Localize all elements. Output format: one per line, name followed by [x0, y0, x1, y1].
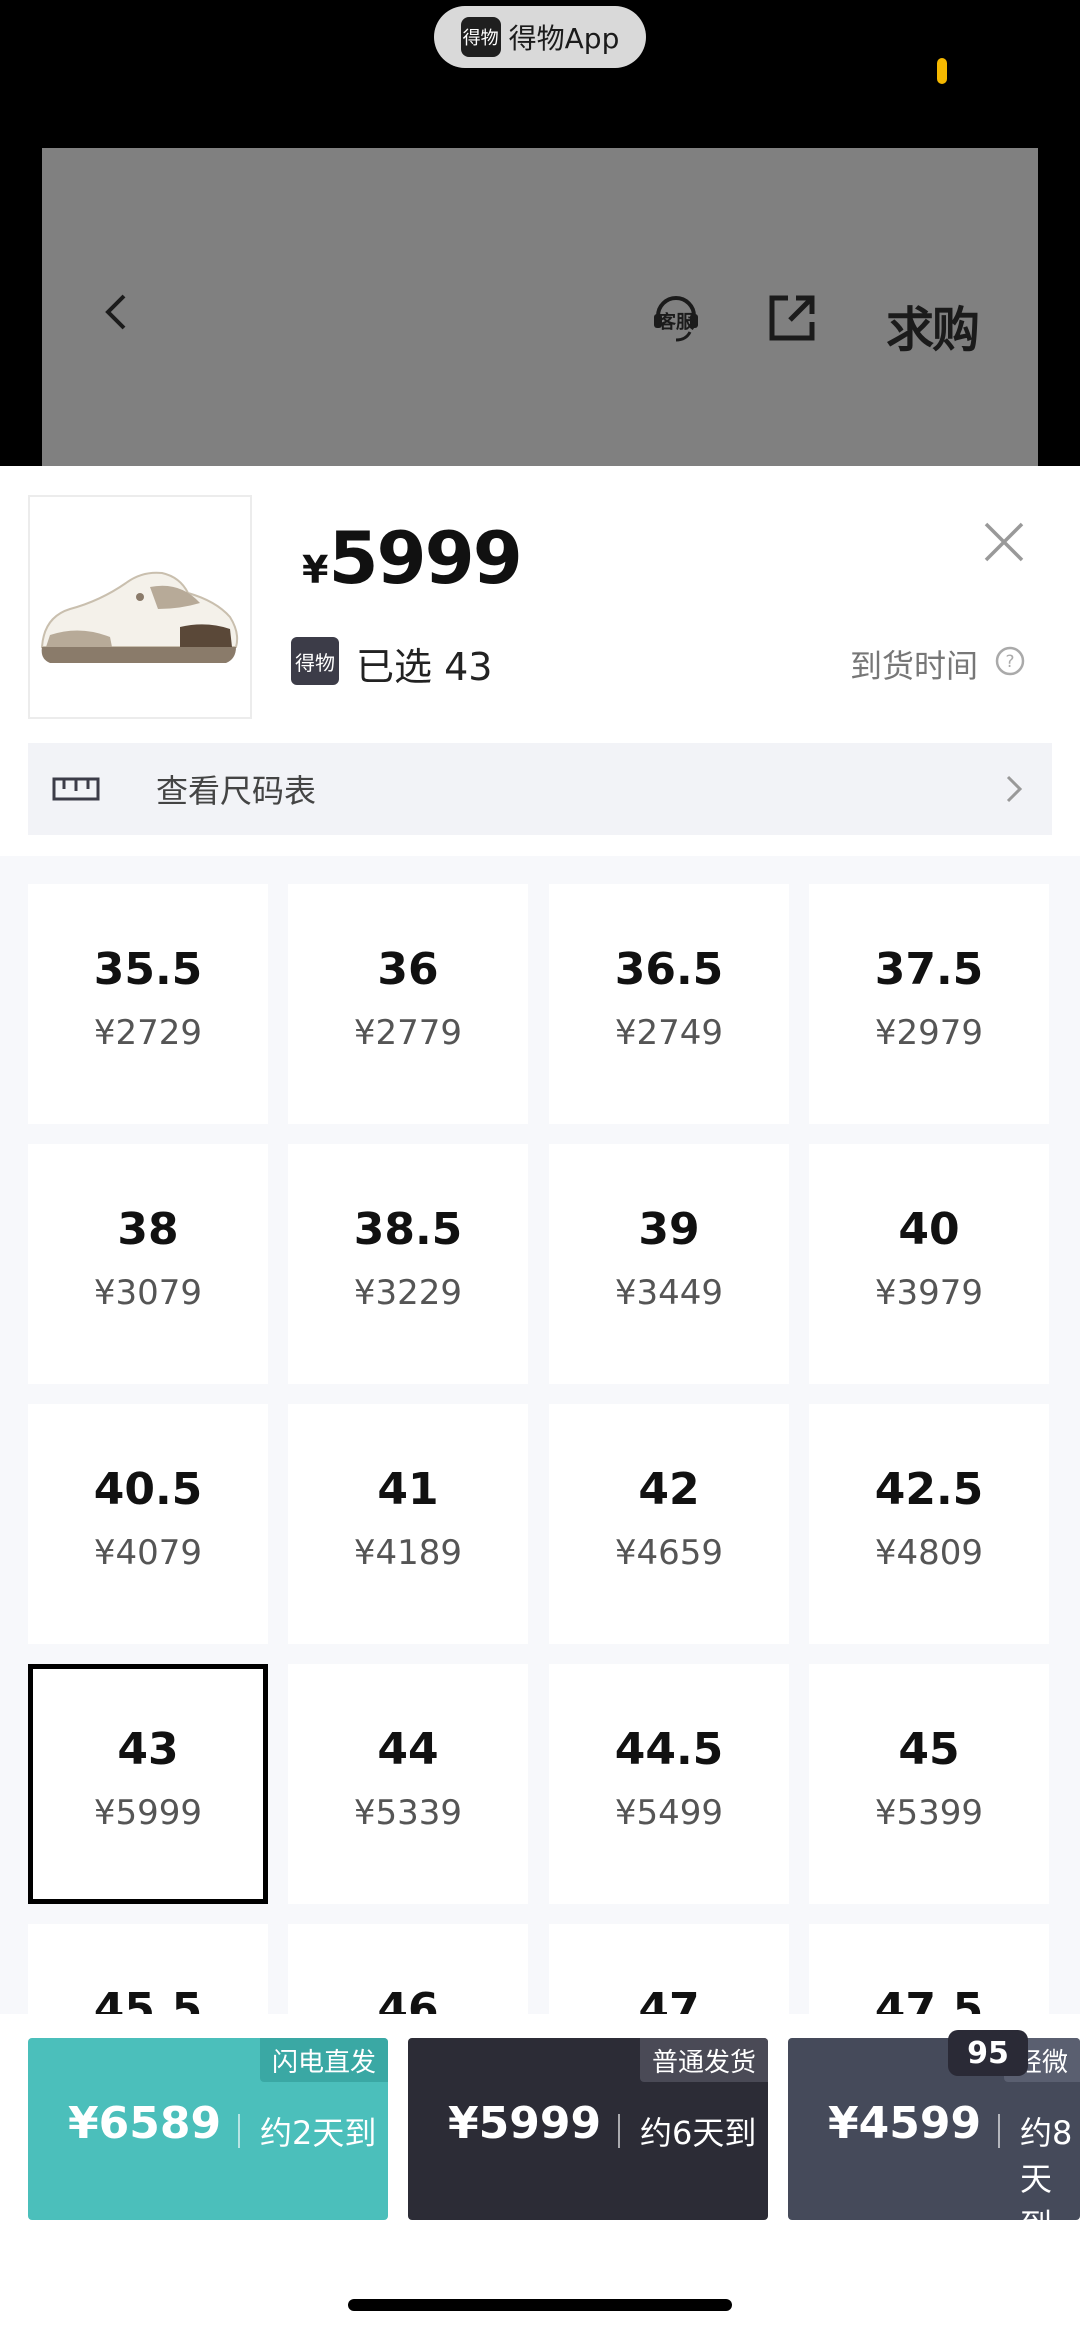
- purchase-option-button[interactable]: 闪电直发 ¥6589 约2天到: [28, 2038, 388, 2220]
- home-indicator: [348, 2299, 732, 2311]
- option-price: ¥5999: [448, 2098, 602, 2149]
- size-price: ¥4809: [874, 1533, 984, 1573]
- size-option[interactable]: 38 ¥3079: [28, 1144, 268, 1384]
- size-label: 36: [377, 944, 439, 995]
- size-option[interactable]: 46: [288, 1924, 528, 2014]
- size-label: 41: [377, 1464, 439, 1515]
- size-label: 39: [638, 1204, 700, 1255]
- app-logo: 得物: [460, 17, 501, 57]
- size-label: 46: [377, 1984, 439, 2014]
- current-price: ¥5999: [302, 516, 523, 600]
- size-option[interactable]: 42 ¥4659: [549, 1404, 789, 1644]
- size-label: 44: [377, 1724, 439, 1775]
- app-name: 得物App: [508, 22, 620, 55]
- size-price: ¥3079: [93, 1273, 203, 1313]
- size-option[interactable]: 41 ¥4189: [288, 1404, 528, 1644]
- size-option[interactable]: 40 ¥3979: [809, 1144, 1049, 1384]
- size-label: 42.5: [874, 1464, 984, 1515]
- ruler-icon: [52, 777, 100, 801]
- customer-service-icon[interactable]: 客服: [650, 290, 702, 346]
- size-chart-label: 查看尺码表: [156, 772, 317, 810]
- sneaker-image: [40, 571, 239, 663]
- size-label: 36.5: [614, 944, 724, 995]
- delivery-eta: 约8天到: [1020, 2114, 1073, 2244]
- divider: [998, 2114, 1000, 2148]
- size-price: ¥2979: [874, 1013, 984, 1053]
- selected-size-text: 已选 43: [356, 645, 493, 689]
- size-price: ¥4079: [93, 1533, 203, 1573]
- size-label: 38: [117, 1204, 179, 1255]
- status-indicator: [937, 58, 947, 84]
- size-price: ¥3229: [353, 1273, 463, 1313]
- size-option[interactable]: 38.5 ¥3229: [288, 1144, 528, 1384]
- size-price: ¥5339: [353, 1793, 463, 1833]
- size-label: 42: [638, 1464, 700, 1515]
- size-price: ¥5399: [874, 1793, 984, 1833]
- chevron-right-icon: [1006, 775, 1023, 803]
- size-option[interactable]: 45 ¥5399: [809, 1664, 1049, 1904]
- size-label: 45: [898, 1724, 960, 1775]
- size-chart-row[interactable]: 查看尺码表: [28, 743, 1052, 835]
- size-price: ¥2729: [93, 1013, 203, 1053]
- size-option[interactable]: 40.5 ¥4079: [28, 1404, 268, 1644]
- size-option[interactable]: 36 ¥2779: [288, 884, 528, 1124]
- size-label: 40.5: [93, 1464, 203, 1515]
- size-label: 45.5: [93, 1984, 203, 2014]
- size-label: 35.5: [93, 944, 203, 995]
- option-price: ¥6589: [68, 2098, 222, 2149]
- customer-service-label: 客服: [658, 311, 695, 333]
- size-option[interactable]: 36.5 ¥2749: [549, 884, 789, 1124]
- divider: [618, 2114, 620, 2148]
- product-thumbnail: [28, 495, 252, 719]
- option-price: ¥4599: [828, 2098, 982, 2149]
- help-icon[interactable]: ?: [994, 645, 1026, 677]
- size-option[interactable]: 45.5: [28, 1924, 268, 2014]
- back-arrow-icon[interactable]: [98, 293, 136, 331]
- arrival-time-label[interactable]: 到货时间: [850, 641, 978, 687]
- size-price: ¥3449: [614, 1273, 724, 1313]
- size-option[interactable]: 44 ¥5339: [288, 1664, 528, 1904]
- divider: [238, 2114, 240, 2148]
- purchase-option-button[interactable]: 轻微 ¥4599 约8天到: [788, 2038, 1080, 2244]
- size-price: ¥5499: [614, 1793, 724, 1833]
- delivery-eta: 约6天到: [640, 2114, 757, 2152]
- purchase-option-button[interactable]: 普通发货 ¥5999 约6天到: [408, 2038, 768, 2220]
- price-value: 5999: [328, 516, 522, 600]
- condition-badge: 95: [948, 2030, 1028, 2076]
- share-icon[interactable]: [766, 292, 818, 344]
- size-price: ¥3979: [874, 1273, 984, 1313]
- size-price: ¥5999: [93, 1793, 203, 1833]
- size-label: 44.5: [614, 1724, 724, 1775]
- size-price: ¥4189: [353, 1533, 463, 1573]
- size-option[interactable]: 44.5 ¥5499: [549, 1664, 789, 1904]
- close-icon[interactable]: [980, 518, 1028, 566]
- delivery-type-tag: 闪电直发: [259, 2038, 388, 2082]
- size-option[interactable]: 37.5 ¥2979: [809, 884, 1049, 1124]
- size-option[interactable]: 47: [549, 1924, 789, 2014]
- size-label: 38.5: [353, 1204, 463, 1255]
- svg-text:?: ?: [1005, 652, 1014, 672]
- currency-symbol: ¥: [302, 548, 329, 592]
- size-option[interactable]: 43 ¥5999: [28, 1664, 268, 1904]
- size-label: 47: [638, 1984, 700, 2014]
- brand-logo: 得物: [291, 637, 339, 685]
- size-option[interactable]: 39 ¥3449: [549, 1144, 789, 1384]
- delivery-type-tag: 普通发货: [639, 2038, 768, 2082]
- want-to-buy-button[interactable]: 求购: [886, 290, 980, 360]
- size-label: 40: [898, 1204, 960, 1255]
- size-label: 37.5: [874, 944, 984, 995]
- size-price: ¥2779: [353, 1013, 463, 1053]
- size-price: ¥2749: [614, 1013, 724, 1053]
- size-price: ¥4659: [614, 1533, 724, 1573]
- size-label: 47.5: [874, 1984, 984, 2014]
- app-indicator-pill: 得物 得物App: [434, 6, 646, 68]
- size-option[interactable]: 47.5: [809, 1924, 1049, 2014]
- size-label: 43: [117, 1724, 179, 1775]
- size-option[interactable]: 35.5 ¥2729: [28, 884, 268, 1124]
- size-option[interactable]: 42.5 ¥4809: [809, 1404, 1049, 1644]
- delivery-eta: 约2天到: [260, 2114, 377, 2152]
